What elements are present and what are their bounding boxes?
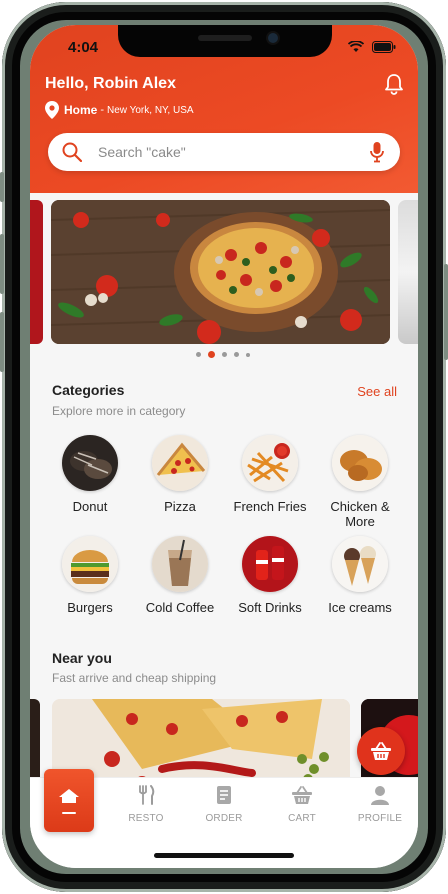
status-icons [348,41,396,53]
nav-cart-button[interactable]: CART [272,785,332,824]
category-label: French Fries [233,499,307,514]
nav-label: CART [288,813,316,824]
nav-label: RESTO [128,813,164,824]
pizza-icon [152,435,208,491]
basket-icon [371,742,391,760]
status-time: 4:04 [68,39,99,56]
location-separator: - [100,104,105,116]
categories-subtitle: Explore more in category [52,404,186,418]
category-chicken[interactable]: Chicken & More [315,435,405,529]
mute-switch [0,172,4,202]
search-bar[interactable] [48,133,400,171]
microphone-icon[interactable] [370,141,384,163]
carousel-dots [196,351,250,358]
carousel-dot[interactable] [234,352,239,357]
home-indicator-bar [154,853,294,858]
receipt-icon [217,786,231,804]
fork-knife-icon [139,785,155,805]
category-french-fries[interactable]: French Fries [225,435,315,514]
category-label: Ice creams [328,600,392,615]
notification-button[interactable] [384,73,404,100]
search-input[interactable] [96,143,350,161]
front-camera [268,33,278,43]
carousel-dot[interactable] [196,352,201,357]
nav-label: PROFILE [357,813,403,824]
nav-profile-button[interactable]: PROFILE [350,785,410,824]
nav-resto-button[interactable]: RESTO [116,785,176,824]
wifi-icon [348,41,364,52]
map-pin-icon [45,101,59,119]
nav-order-button[interactable]: ORDER [194,785,254,824]
banner-next-slide[interactable] [398,200,418,344]
phone-notch [118,25,332,57]
greeting-text: Hello, Robin Alex [45,75,176,92]
nav-label: ORDER [205,813,243,824]
bell-icon [385,74,403,95]
power-button [444,264,448,360]
app-screen: 4:04 Hello, Robin Alex Home - New York, … [30,25,418,868]
see-all-link[interactable]: See all [357,384,397,399]
soft-drinks-icon [242,536,298,592]
category-label: Donut [72,499,108,514]
category-ice-creams[interactable]: Ice creams [315,536,405,615]
donut-icon [62,435,118,491]
near-you-subtitle: Fast arrive and cheap shipping [52,671,217,685]
category-soft-drinks[interactable]: Soft Drinks [225,536,315,615]
carousel-dot[interactable] [222,352,227,357]
category-donut[interactable]: Donut [45,435,135,514]
fried-chicken-icon [332,435,388,491]
banner-slide-pizza[interactable] [51,200,390,344]
category-cold-coffee[interactable]: Cold Coffee [135,536,225,615]
categories-title: Categories [52,382,125,398]
nav-home-button[interactable] [44,769,94,832]
category-label: Chicken & More [330,499,390,529]
category-burgers[interactable]: Burgers [45,536,135,615]
category-label: Pizza [164,499,196,514]
search-icon [62,142,82,162]
volume-down-button [0,312,4,372]
volume-up-button [0,234,4,294]
category-pizza[interactable]: Pizza [135,435,225,514]
battery-icon [372,41,396,53]
ice-cream-icon [332,536,388,592]
burger-icon [62,536,118,592]
category-label: Burgers [67,600,113,615]
carousel-dot-active[interactable] [208,351,215,358]
banner-previous-slide[interactable] [30,200,43,344]
location-label: Home [64,103,98,117]
carousel-dot[interactable] [246,352,250,357]
cart-fab-button[interactable] [357,727,405,775]
category-label: Cold Coffee [145,600,215,615]
user-icon [371,786,389,805]
near-you-title: Near you [52,650,112,666]
category-label: Soft Drinks [238,600,302,615]
cold-coffee-icon [152,536,208,592]
location-selector[interactable]: Home - New York, NY, USA [45,101,194,119]
location-city: New York, NY, USA [107,104,194,116]
active-indicator [62,811,76,814]
speaker-grille [198,35,252,41]
french-fries-icon [242,435,298,491]
basket-icon [292,786,312,804]
home-icon [59,788,79,803]
pizza-banner-image [51,200,390,344]
